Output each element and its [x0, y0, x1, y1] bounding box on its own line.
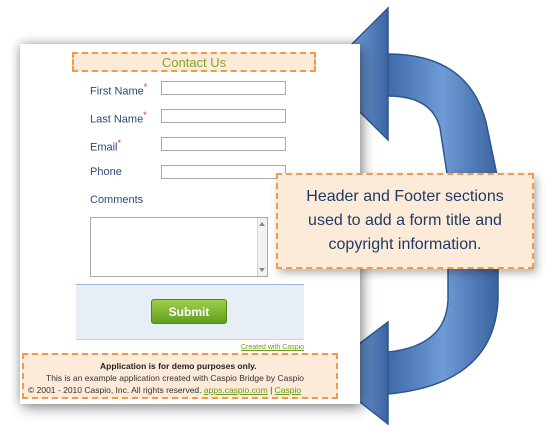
required-mark: * — [143, 82, 148, 92]
callout-text: Header and Footer sections used to add a… — [306, 188, 504, 253]
last-name-label: Last Name* — [90, 110, 147, 126]
first-name-label: First Name* — [90, 82, 148, 98]
required-mark: * — [143, 110, 147, 120]
scroll-up-icon[interactable] — [259, 222, 265, 226]
last-name-input[interactable] — [161, 109, 286, 123]
comments-textarea[interactable] — [90, 217, 268, 277]
footer-demo-notice: Application is for demo purposes only. — [100, 361, 257, 371]
scroll-down-icon[interactable] — [259, 268, 265, 272]
first-name-input[interactable] — [161, 81, 286, 95]
footer-copyright: © 2001 - 2010 Caspio, Inc. All rights re… — [28, 385, 301, 395]
footer-description: This is an example application created w… — [46, 373, 304, 383]
caspio-link[interactable]: Caspio — [275, 385, 301, 395]
bottom-arrow-shape — [387, 261, 499, 395]
footer-section: Application is for demo purposes only. T… — [22, 353, 338, 399]
phone-label: Phone — [90, 166, 122, 178]
footer-separator: | — [270, 385, 273, 395]
phone-input[interactable] — [161, 165, 286, 179]
top-arrow-shape — [387, 53, 499, 181]
submit-button[interactable]: Submit — [151, 299, 227, 324]
email-label: Email* — [90, 138, 122, 154]
required-mark: * — [117, 138, 122, 148]
email-input[interactable] — [161, 137, 286, 151]
textarea-scrollbar[interactable] — [257, 218, 267, 276]
created-with-link[interactable]: Created with Caspio — [241, 344, 304, 351]
form-title: Contact Us — [161, 54, 227, 70]
callout-box: Header and Footer sections used to add a… — [276, 173, 534, 269]
copyright-text: © 2001 - 2010 Caspio, Inc. All rights re… — [28, 385, 202, 395]
comments-label: Comments — [90, 194, 144, 206]
apps-caspio-link[interactable]: apps.caspio.com — [204, 385, 268, 395]
header-section: Contact Us — [72, 52, 316, 72]
